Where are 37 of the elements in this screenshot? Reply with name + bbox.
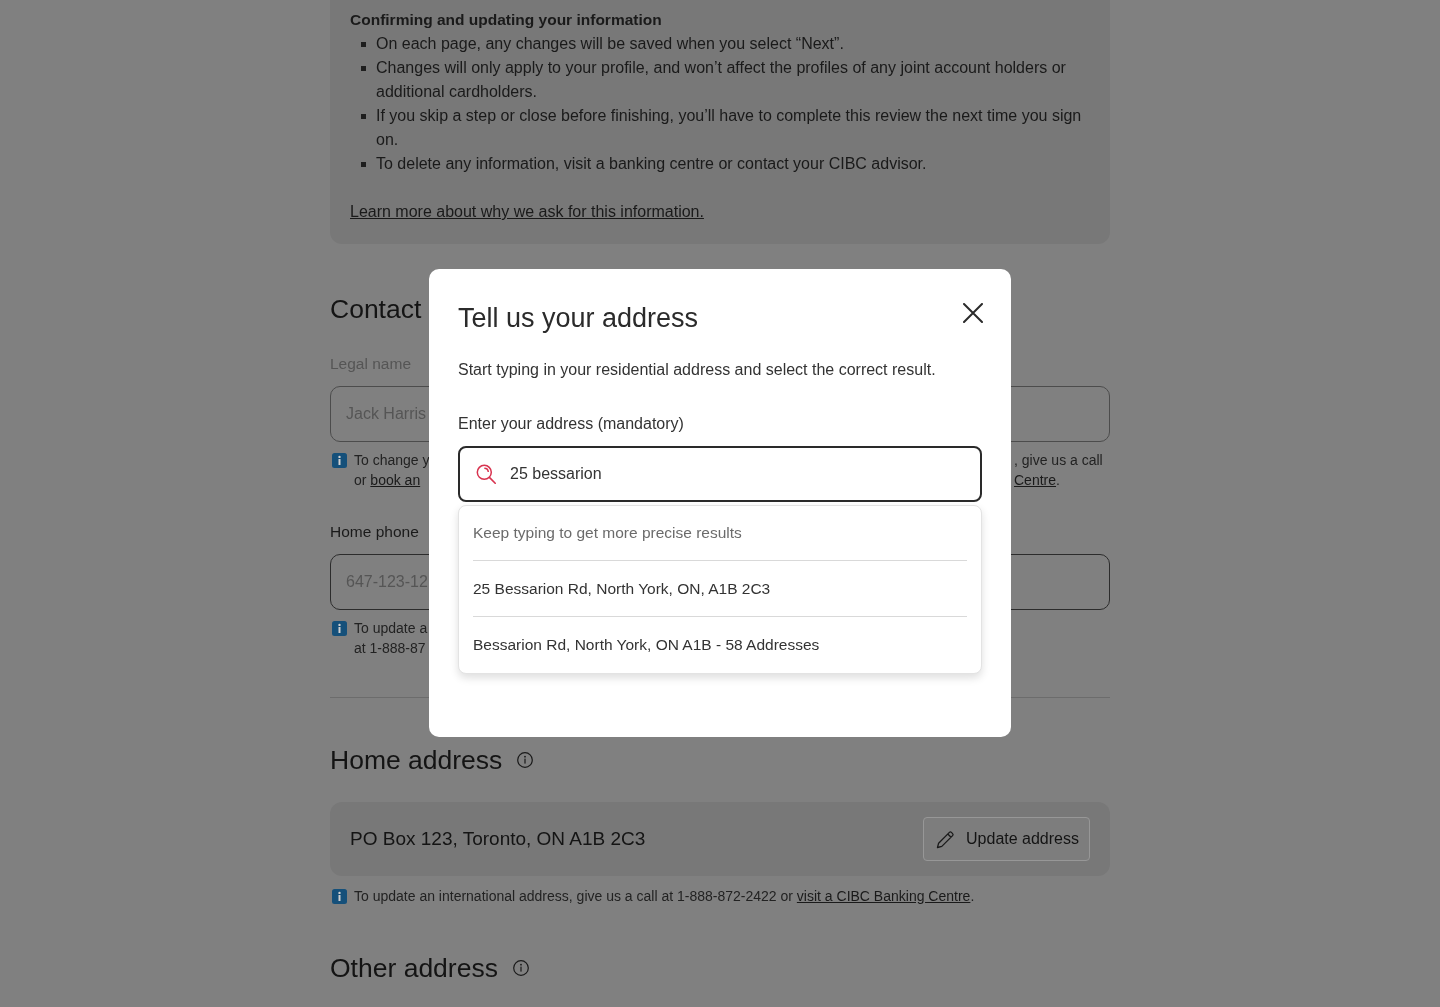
dialog-description: Start typing in your residential address and select the correct result. <box>458 360 936 380</box>
search-icon <box>476 464 496 484</box>
info-icon <box>512 960 529 976</box>
help-text: To update an international address, give us a call at 1-888-872-2422 or visit a CIBC Banking Centre. <box>354 887 975 906</box>
info-icon <box>517 752 534 768</box>
bullet-text: To delete any information, visit a banking centre or contact your CIBC advisor. <box>376 154 927 174</box>
panel-title: Confirming and updating your information <box>350 10 662 30</box>
learn-more-link[interactable]: Learn more about why we ask for this information. <box>350 203 704 220</box>
bullet-icon <box>361 66 366 71</box>
pencil-icon <box>936 829 956 849</box>
bullet-text: On each page, any changes will be saved when you select “Next”. <box>376 34 844 54</box>
section-heading: Other address <box>330 952 498 985</box>
bullet-text: If you skip a step or close before finishing, you’ll have to complete this review the next time you sign on. <box>376 106 1083 150</box>
help-text: , give us a call Centre. <box>1014 451 1104 490</box>
address-text: PO Box 123, Toronto, ON A1B 2C3 <box>350 826 646 851</box>
close-button[interactable] <box>961 301 985 325</box>
info-icon <box>332 889 347 904</box>
info-icon <box>332 453 347 468</box>
bullet-icon <box>361 162 366 167</box>
bullet-icon <box>361 114 366 119</box>
suggestion-option[interactable]: 25 Bessarion Rd, North York, ON, A1B 2C3 <box>473 561 967 617</box>
field-label: Enter your address (mandatory) <box>458 414 684 434</box>
update-address-button[interactable]: Update address <box>923 817 1090 861</box>
link[interactable]: visit a CIBC Banking Centre <box>796 888 971 904</box>
help-text: To update a at 1-888-87 <box>354 619 428 658</box>
section-heading: Contact <box>330 293 422 326</box>
section-heading: Home address <box>330 744 503 777</box>
field-label: Home phone <box>330 522 419 542</box>
suggestion-option[interactable]: Bessarion Rd, North York, ON A1B - 58 Addresses <box>473 617 967 673</box>
address-search-field[interactable]: 25 bessarion <box>458 446 982 502</box>
bullet-text: Changes will only apply to your profile, and won’t affect the profiles of any joint account holders or additional cardholders. <box>376 58 1067 102</box>
info-icon <box>332 621 347 636</box>
suggestion-hint: Keep typing to get more precise results <box>473 506 967 561</box>
help-text: To change y or book an <box>354 451 430 490</box>
bullet-icon <box>361 42 366 47</box>
dialog-title: Tell us your address <box>458 302 699 335</box>
close-icon <box>963 303 983 323</box>
